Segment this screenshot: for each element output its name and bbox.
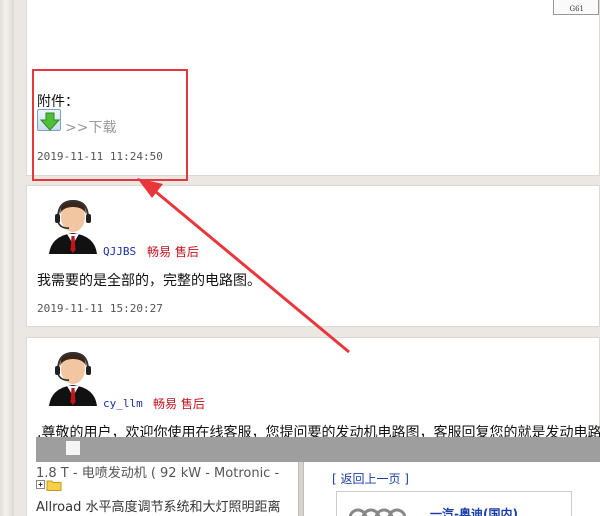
annotation-arrow (137, 178, 350, 354)
